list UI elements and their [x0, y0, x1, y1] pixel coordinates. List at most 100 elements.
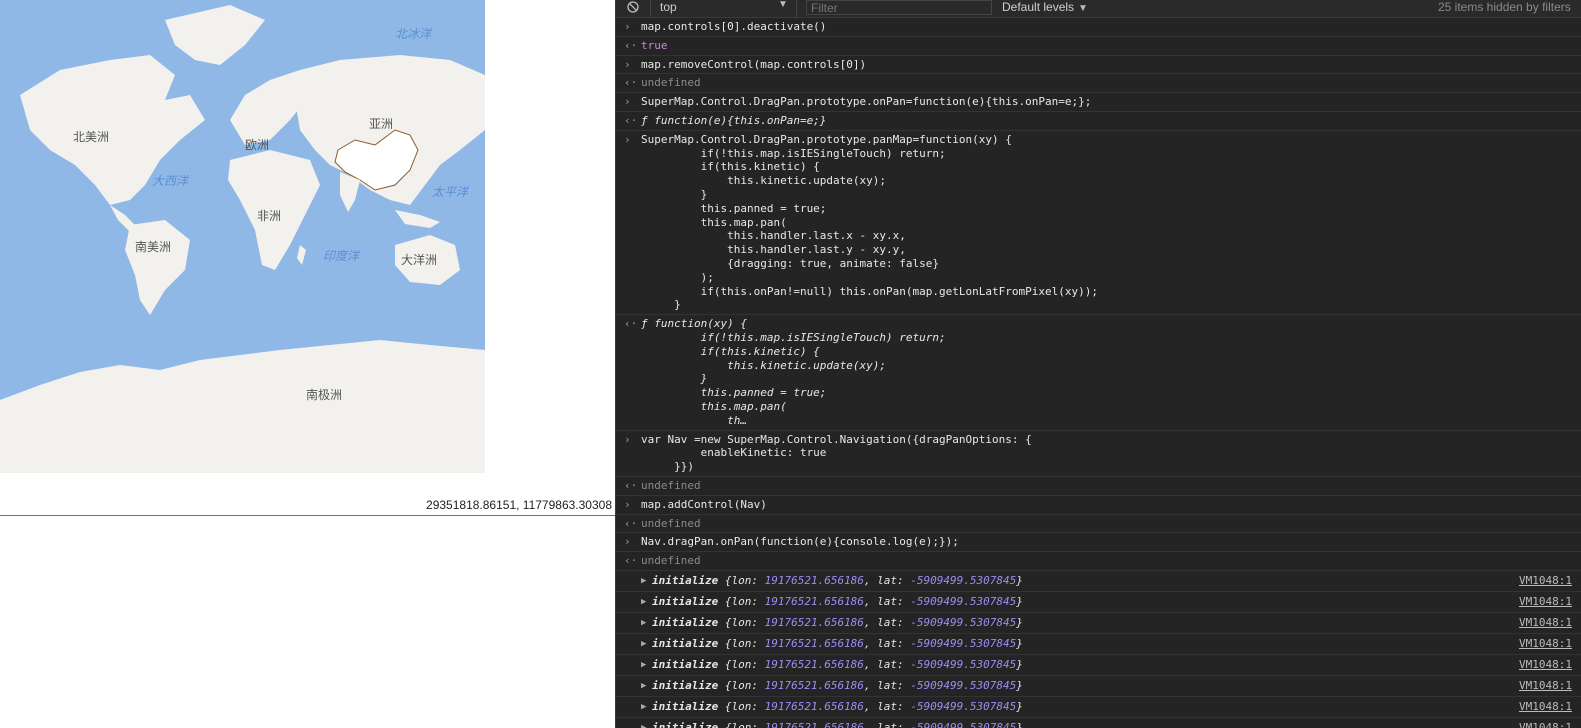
console-log-entry[interactable]: ▶ initialize {lon: 19176521.656186, lat: …: [616, 655, 1581, 676]
label-atlantic: 大西洋: [152, 174, 189, 188]
expand-triangle-icon[interactable]: ▶: [641, 655, 646, 675]
expand-triangle-icon[interactable]: ▶: [641, 718, 646, 728]
label-antarctica: 南极洲: [306, 388, 343, 402]
console-log-entry[interactable]: ▶ initialize {lon: 19176521.656186, lat: …: [616, 718, 1581, 728]
log-object-preview: initialize {lon: 19176521.656186, lat: -…: [652, 594, 1023, 608]
console-log-entry[interactable]: ▶ initialize {lon: 19176521.656186, lat: …: [616, 592, 1581, 613]
console-result-entry: ‹· ƒ function(xy) { if(!this.map.isIESing…: [616, 315, 1581, 431]
console-result-text: undefined: [641, 516, 701, 530]
input-prompt-icon: ›: [624, 57, 631, 71]
log-object-name: initialize: [652, 720, 719, 728]
log-object-preview: initialize {lon: 19176521.656186, lat: -…: [652, 678, 1023, 692]
expand-triangle-icon[interactable]: ▶: [641, 613, 646, 633]
console-messages: › map.controls[0].deactivate() ‹· true › map.…: [616, 18, 1581, 728]
console-result-text: ƒ function(xy) { if(!this.map.isIESingle…: [641, 317, 946, 427]
log-lat-value: -5909499.5307845: [910, 636, 1017, 650]
log-source-link[interactable]: VM1048:1: [1519, 718, 1572, 728]
console-log-entry[interactable]: ▶ initialize {lon: 19176521.656186, lat: …: [616, 697, 1581, 718]
log-object-preview: initialize {lon: 19176521.656186, lat: -…: [652, 699, 1023, 713]
expand-triangle-icon[interactable]: ▶: [641, 592, 646, 612]
hidden-items-count: 25 items hidden by filters: [1438, 0, 1571, 14]
console-input-text: map.removeControl(map.controls[0]): [641, 57, 867, 71]
console-result-text: undefined: [641, 554, 701, 568]
console-input-text: map.addControl(Nav): [641, 497, 767, 511]
label-africa: 非洲: [257, 209, 282, 223]
context-selector-value: top: [660, 0, 677, 14]
console-result-text: undefined: [641, 76, 701, 90]
console-result-entry: ‹· true: [616, 37, 1581, 56]
label-oceania: 大洋洲: [401, 253, 438, 267]
console-input-entry[interactable]: › map.controls[0].deactivate(): [616, 18, 1581, 37]
log-object-name: initialize: [652, 594, 719, 608]
log-lon-value: 19176521.656186: [764, 657, 864, 671]
log-lat-value: -5909499.5307845: [910, 699, 1017, 713]
console-input-entry[interactable]: › SuperMap.Control.DragPan.prototype.panM…: [616, 131, 1581, 316]
block-icon[interactable]: [627, 1, 639, 13]
expand-triangle-icon[interactable]: ▶: [641, 571, 646, 591]
log-object-preview: initialize {lon: 19176521.656186, lat: -…: [652, 721, 1023, 728]
console-result-entry: ‹· undefined: [616, 515, 1581, 534]
log-lat-value: -5909499.5307845: [910, 720, 1017, 728]
result-prompt-icon: ‹·: [624, 38, 638, 52]
label-indian: 印度洋: [323, 249, 360, 263]
input-prompt-icon: ›: [624, 20, 631, 33]
console-log-entry[interactable]: ▶ initialize {lon: 19176521.656186, lat: …: [616, 676, 1581, 697]
log-lat-value: -5909499.5307845: [910, 657, 1017, 671]
console-log-entry[interactable]: ▶ initialize {lon: 19176521.656186, lat: …: [616, 571, 1581, 592]
console-input-entry[interactable]: › map.addControl(Nav): [616, 496, 1581, 515]
console-input-text: map.controls[0].deactivate(): [641, 20, 827, 33]
console-input-text: SuperMap.Control.DragPan.prototype.panMa…: [641, 132, 1098, 312]
console-input-entry[interactable]: › Nav.dragPan.onPan(function(e){console.l…: [616, 533, 1581, 553]
log-source-link[interactable]: VM1048:1: [1519, 592, 1572, 612]
log-object-name: initialize: [652, 657, 719, 671]
label-pacific: 太平洋: [432, 185, 469, 199]
console-input-entry[interactable]: › map.removeControl(map.controls[0]): [616, 56, 1581, 75]
log-source-link[interactable]: VM1048:1: [1519, 571, 1572, 591]
log-lon-value: 19176521.656186: [764, 615, 864, 629]
result-prompt-icon: ‹·: [624, 76, 638, 90]
log-lon-value: 19176521.656186: [764, 678, 864, 692]
label-arctic: 北冰洋: [395, 27, 432, 41]
log-source-link[interactable]: VM1048:1: [1519, 655, 1572, 675]
log-levels-label: Default levels: [1002, 0, 1075, 14]
log-lon-value: 19176521.656186: [764, 573, 864, 587]
expand-triangle-icon[interactable]: ▶: [641, 634, 646, 654]
console-input-text: var Nav =new SuperMap.Control.Navigation…: [641, 432, 1032, 474]
expand-triangle-icon[interactable]: ▶: [641, 676, 646, 696]
coordinate-readout: 29351818.86151, 11779863.30308: [426, 498, 612, 512]
console-result-text: ƒ function(e){this.onPan=e;}: [641, 113, 827, 127]
console-toolbar: top ▼ Default levels▼ 25 items hidden by…: [616, 0, 1581, 18]
log-source-link[interactable]: VM1048:1: [1519, 613, 1572, 633]
toolbar-separator: [650, 0, 651, 17]
console-input-entry[interactable]: › var Nav =new SuperMap.Control.Navigatio…: [616, 431, 1581, 477]
page-area: 北美洲 南美洲 欧洲 非洲 亚洲 大洋洲 南极洲 大西洋 太平洋 印度洋 北冰洋…: [0, 0, 615, 728]
map-land-shapes: [0, 5, 485, 473]
console-input-entry[interactable]: › SuperMap.Control.DragPan.prototype.onPa…: [616, 93, 1581, 112]
label-south-america: 南美洲: [135, 240, 172, 254]
context-selector[interactable]: top ▼: [660, 0, 790, 16]
console-log-entry[interactable]: ▶ initialize {lon: 19176521.656186, lat: …: [616, 613, 1581, 634]
filter-input[interactable]: [806, 0, 992, 15]
label-asia: 亚洲: [369, 117, 394, 131]
console-result-entry: ‹· undefined: [616, 74, 1581, 94]
log-levels-dropdown[interactable]: Default levels ▼: [1002, 0, 1088, 14]
world-map[interactable]: 北美洲 南美洲 欧洲 非洲 亚洲 大洋洲 南极洲 大西洋 太平洋 印度洋 北冰洋: [0, 0, 485, 473]
log-source-link[interactable]: VM1048:1: [1519, 634, 1572, 654]
label-north-america: 北美洲: [73, 130, 110, 144]
log-lon-value: 19176521.656186: [764, 594, 864, 608]
log-source-link[interactable]: VM1048:1: [1519, 697, 1572, 717]
expand-triangle-icon[interactable]: ▶: [641, 697, 646, 717]
log-lon-value: 19176521.656186: [764, 636, 864, 650]
console-log-entry[interactable]: ▶ initialize {lon: 19176521.656186, lat: …: [616, 634, 1581, 655]
input-prompt-icon: ›: [624, 95, 631, 109]
console-result-entry: ‹· undefined: [616, 552, 1581, 571]
label-europe: 欧洲: [245, 138, 270, 152]
input-prompt-icon: ›: [624, 535, 631, 549]
log-object-name: initialize: [652, 636, 719, 650]
console-input-text: SuperMap.Control.DragPan.prototype.onPan…: [641, 95, 1092, 109]
console-input-text: Nav.dragPan.onPan(function(e){console.lo…: [641, 535, 959, 549]
log-object-preview: initialize {lon: 19176521.656186, lat: -…: [652, 636, 1023, 650]
input-prompt-icon: ›: [624, 432, 631, 446]
log-source-link[interactable]: VM1048:1: [1519, 676, 1572, 696]
log-object-preview: initialize {lon: 19176521.656186, lat: -…: [652, 573, 1023, 587]
